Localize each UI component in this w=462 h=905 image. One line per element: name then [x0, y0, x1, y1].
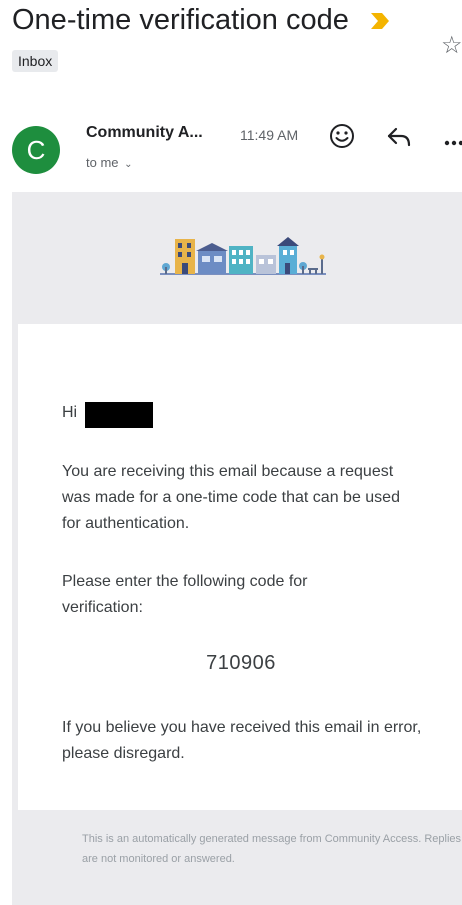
emoji-icon[interactable]	[328, 122, 356, 155]
sender-name[interactable]: Community A...	[86, 124, 203, 142]
star-icon[interactable]: ☆	[441, 34, 462, 58]
recipient-details[interactable]: to me ⌄	[86, 155, 133, 170]
instruction-paragraph: Please enter the following code for veri…	[62, 573, 308, 616]
recipient-label: to me	[86, 155, 119, 170]
greeting-text: Hi	[62, 404, 78, 421]
verification-code[interactable]: 710906	[0, 652, 462, 675]
important-marker-icon[interactable]	[370, 12, 390, 35]
email-time: 11:49 AM	[240, 127, 299, 143]
more-icon[interactable]	[444, 133, 462, 151]
community-buildings-logo	[158, 233, 328, 282]
disregard-paragraph: If you believe you have received this em…	[62, 719, 422, 762]
redacted-name	[85, 402, 153, 428]
chevron-down-icon: ⌄	[124, 159, 133, 170]
email-subject: One-time verification code	[12, 4, 349, 36]
footer-note: This is an automatically generated messa…	[82, 833, 462, 865]
sender-avatar[interactable]: C	[12, 126, 60, 174]
reply-icon[interactable]	[386, 126, 412, 153]
intro-paragraph: You are receiving this email because a r…	[62, 463, 400, 532]
inbox-label-chip[interactable]: Inbox	[12, 50, 59, 72]
